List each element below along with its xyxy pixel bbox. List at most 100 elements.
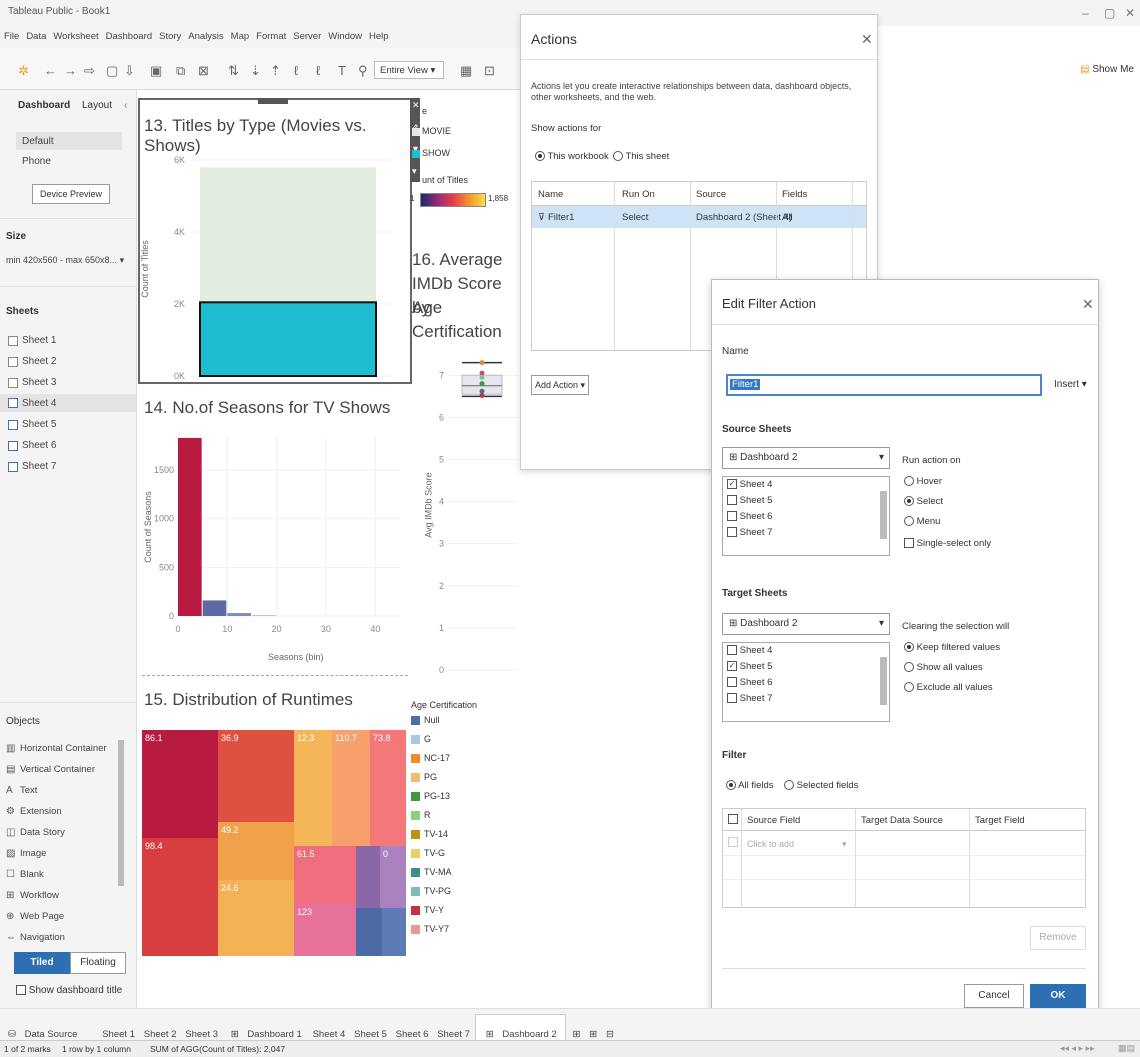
sheet-item-1[interactable]: Sheet 1 [22,335,56,346]
menu-worksheet[interactable]: Worksheet [53,31,98,42]
age-legend-item[interactable]: TV-PG [411,886,451,897]
menu-analysis[interactable]: Analysis [188,31,223,42]
new-dashboard-icon[interactable]: ⊞ [585,1019,599,1040]
maximize-icon[interactable]: ▢ [1104,6,1115,20]
pin-icon[interactable]: ⚲ [358,63,368,79]
radio-exclude-all[interactable]: Exclude all values [904,682,993,693]
tab-navigation-icon[interactable]: ◂◂ ◂ ▸ ▸▸ [1060,1043,1095,1054]
back-icon[interactable]: ← [44,63,57,78]
treemap-cell[interactable]: 36.9 [218,730,294,822]
view-mode-icon[interactable]: ▦▤ [1118,1043,1135,1054]
group-icon[interactable]: ℓ [316,63,320,78]
action-row[interactable]: ⊽ Filter1 Select Dashboard 2 (Sheet 4) A… [532,206,866,228]
age-legend-item[interactable]: PG-13 [411,791,450,802]
show-cards-icon[interactable]: ▦ [460,63,472,79]
treemap-cell[interactable]: 49.2 [218,822,294,880]
sheet-item-5[interactable]: Sheet 5 [22,419,56,430]
swap-icon[interactable]: ⇅ [228,63,239,79]
sheet-item-4[interactable]: Sheet 4 [22,398,56,409]
col-name[interactable]: Name [538,189,563,200]
close-icon[interactable]: ✕ [1125,6,1135,20]
sheet-item-3[interactable]: Sheet 3 [22,377,56,388]
menu-file[interactable]: File [4,31,19,42]
save-icon[interactable]: ▢ [106,63,118,79]
menu-dashboard[interactable]: Dashboard [106,31,152,42]
radio-selected-fields[interactable]: Selected fields [784,780,858,791]
col-run-on[interactable]: Run On [622,189,655,200]
target-list-scrollbar[interactable] [880,657,887,705]
object-horizontal-container[interactable]: Horizontal Container [20,743,107,754]
new-story-icon[interactable]: ⊟ [602,1019,616,1040]
menu-server[interactable]: Server [293,31,321,42]
menu-data[interactable]: Data [26,31,46,42]
target-sheet-7[interactable]: Sheet 7 [723,691,889,707]
radio-menu[interactable]: Menu [904,516,940,527]
radio-show-all[interactable]: Show all values [904,662,983,673]
target-sheet-4[interactable]: Sheet 4 [723,643,889,659]
treemap-cell[interactable]: 98.4 [142,838,218,956]
menu-help[interactable]: Help [369,31,389,42]
floating-button[interactable]: Floating [70,952,126,974]
forward-icon[interactable]: → [64,63,77,78]
sheet-item-6[interactable]: Sheet 6 [22,440,56,451]
sheet-item-2[interactable]: Sheet 2 [22,356,56,367]
tab-data-source[interactable]: ⛁ Data Source [0,1009,81,1040]
col-source-field[interactable]: Source Field [747,815,800,826]
fields-select-all-checkbox[interactable] [728,814,738,825]
object-blank[interactable]: Blank [20,869,44,880]
source-sheet-4[interactable]: ✓ Sheet 4 [723,477,889,493]
device-phone[interactable]: Phone [22,156,51,167]
treemap-cell[interactable]: 12.3 [294,730,332,846]
object-image[interactable]: Image [20,848,46,859]
age-legend-item[interactable]: TV-G [411,848,445,859]
treemap-cell[interactable]: 24.6 [218,880,294,956]
treemap[interactable]: 86.1 98.4 36.9 49.2 24.6 12.3 110.7 73.8… [142,730,406,956]
sort-desc-icon[interactable]: ⇡ [270,63,281,79]
age-legend-item[interactable]: TV-MA [411,867,452,878]
new-worksheet-icon[interactable]: ⊞ [569,1019,583,1040]
tab-sheet-2[interactable]: Sheet 2 [140,1019,179,1040]
add-action-button[interactable]: Add Action ▾ [531,375,589,395]
row-checkbox[interactable] [728,837,738,848]
object-vertical-container[interactable]: Vertical Container [20,764,95,775]
treemap-cell[interactable] [356,908,382,956]
tab-dashboard[interactable]: Dashboard [18,100,70,111]
treemap-cell[interactable]: 110.7 [332,730,370,846]
object-extension[interactable]: Extension [20,806,62,817]
tab-sheet-3[interactable]: Sheet 3 [181,1019,220,1040]
target-sheet-6[interactable]: Sheet 6 [723,675,889,691]
close-sheet-icon[interactable]: ✕ [412,100,420,111]
new-data-icon[interactable]: ⇩ [124,63,135,79]
source-sheet-6[interactable]: Sheet 6 [723,509,889,525]
col-source[interactable]: Source [696,189,726,200]
treemap-cell[interactable]: 61.5 [294,846,356,904]
single-select-checkbox[interactable]: Single-select only [904,538,991,549]
insert-dropdown[interactable]: Insert ▾ [1054,379,1087,390]
radio-hover[interactable]: Hover [904,476,942,487]
object-data-story[interactable]: Data Story [20,827,65,838]
source-sheet-5[interactable]: Sheet 5 [723,493,889,509]
tab-dashboard-1[interactable]: ⊞ Dashboard 1 [223,1009,306,1040]
age-legend-item[interactable]: NC-17 [411,753,450,764]
menu-format[interactable]: Format [256,31,286,42]
age-legend-item[interactable]: TV-Y7 [411,924,449,935]
object-web-page[interactable]: Web Page [20,911,64,922]
treemap-cell[interactable]: 73.8 [370,730,406,846]
source-sheet-7[interactable]: Sheet 7 [723,525,889,541]
age-legend-item[interactable]: Null [411,715,440,726]
remove-button[interactable]: Remove [1030,926,1086,950]
fit-dropdown[interactable]: Entire View ▾ [374,61,444,79]
click-to-add-field[interactable]: Click to add ▾ [747,839,847,850]
treemap-cell[interactable] [382,908,406,956]
target-sheets-dropdown[interactable]: ⊞ Dashboard 2 ▾ [722,613,890,635]
sheet-13-container[interactable]: 13. Titles by Type (Movies vs. Shows) Co… [138,98,412,384]
new-sheet-icon[interactable]: ▣ [150,63,162,79]
col-target-data-source[interactable]: Target Data Source [861,815,943,826]
age-legend-item[interactable]: R [411,810,431,821]
radio-all-fields[interactable]: All fields [726,780,774,791]
tab-sheet-4[interactable]: Sheet 4 [309,1019,348,1040]
label-icon[interactable]: T [338,63,346,78]
col-target-field[interactable]: Target Field [975,815,1025,826]
menu-map[interactable]: Map [231,31,249,42]
name-input[interactable]: Filter1 [726,374,1042,396]
